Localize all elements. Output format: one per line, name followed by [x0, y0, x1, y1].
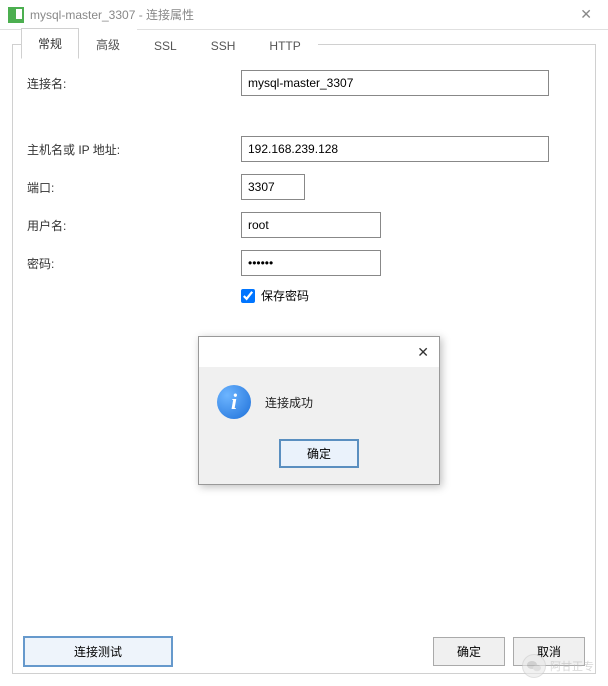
connection-name-label: 连接名: [27, 75, 241, 92]
dialog-ok-button[interactable]: 确定 [279, 439, 359, 468]
titlebar: mysql-master_3307 - 连接属性 ✕ [0, 0, 608, 30]
host-input[interactable] [241, 136, 549, 162]
test-connection-button[interactable]: 连接测试 [23, 636, 173, 667]
save-password-label: 保存密码 [261, 287, 309, 304]
form-area: 连接名: 主机名或 IP 地址: 端口: 用户名: 密码: 保存密码 [13, 45, 595, 318]
tab-advanced[interactable]: 高级 [79, 29, 137, 59]
host-label: 主机名或 IP 地址: [27, 141, 241, 158]
watermark-text: 阿甘正专 [550, 658, 594, 674]
username-label: 用户名: [27, 217, 241, 234]
bottom-bar: 连接测试 确定 取消 [19, 636, 589, 667]
tab-general[interactable]: 常规 [21, 28, 79, 59]
connection-name-input[interactable] [241, 70, 549, 96]
tab-ssh[interactable]: SSH [194, 32, 253, 59]
port-label: 端口: [27, 179, 241, 196]
window-close-button[interactable]: ✕ [572, 6, 600, 23]
username-input[interactable] [241, 212, 381, 238]
wechat-icon [522, 654, 546, 678]
watermark: 阿甘正专 [522, 654, 594, 678]
dialog-close-button[interactable]: ✕ [417, 344, 429, 361]
dialog-titlebar: ✕ [199, 337, 439, 367]
tab-ssl[interactable]: SSL [137, 32, 194, 59]
tab-http[interactable]: HTTP [252, 32, 317, 59]
save-password-row: 保存密码 [241, 287, 581, 304]
window-title: mysql-master_3307 - 连接属性 [30, 6, 572, 23]
password-label: 密码: [27, 255, 241, 272]
password-input[interactable] [241, 250, 381, 276]
message-dialog: ✕ i 连接成功 确定 [198, 336, 440, 485]
tab-bar: 常规 高级 SSL SSH HTTP [21, 31, 587, 59]
info-icon: i [217, 385, 251, 419]
dialog-message: 连接成功 [265, 394, 313, 411]
app-icon [8, 7, 24, 23]
save-password-checkbox[interactable] [241, 289, 255, 303]
ok-button[interactable]: 确定 [433, 637, 505, 666]
port-input[interactable] [241, 174, 305, 200]
